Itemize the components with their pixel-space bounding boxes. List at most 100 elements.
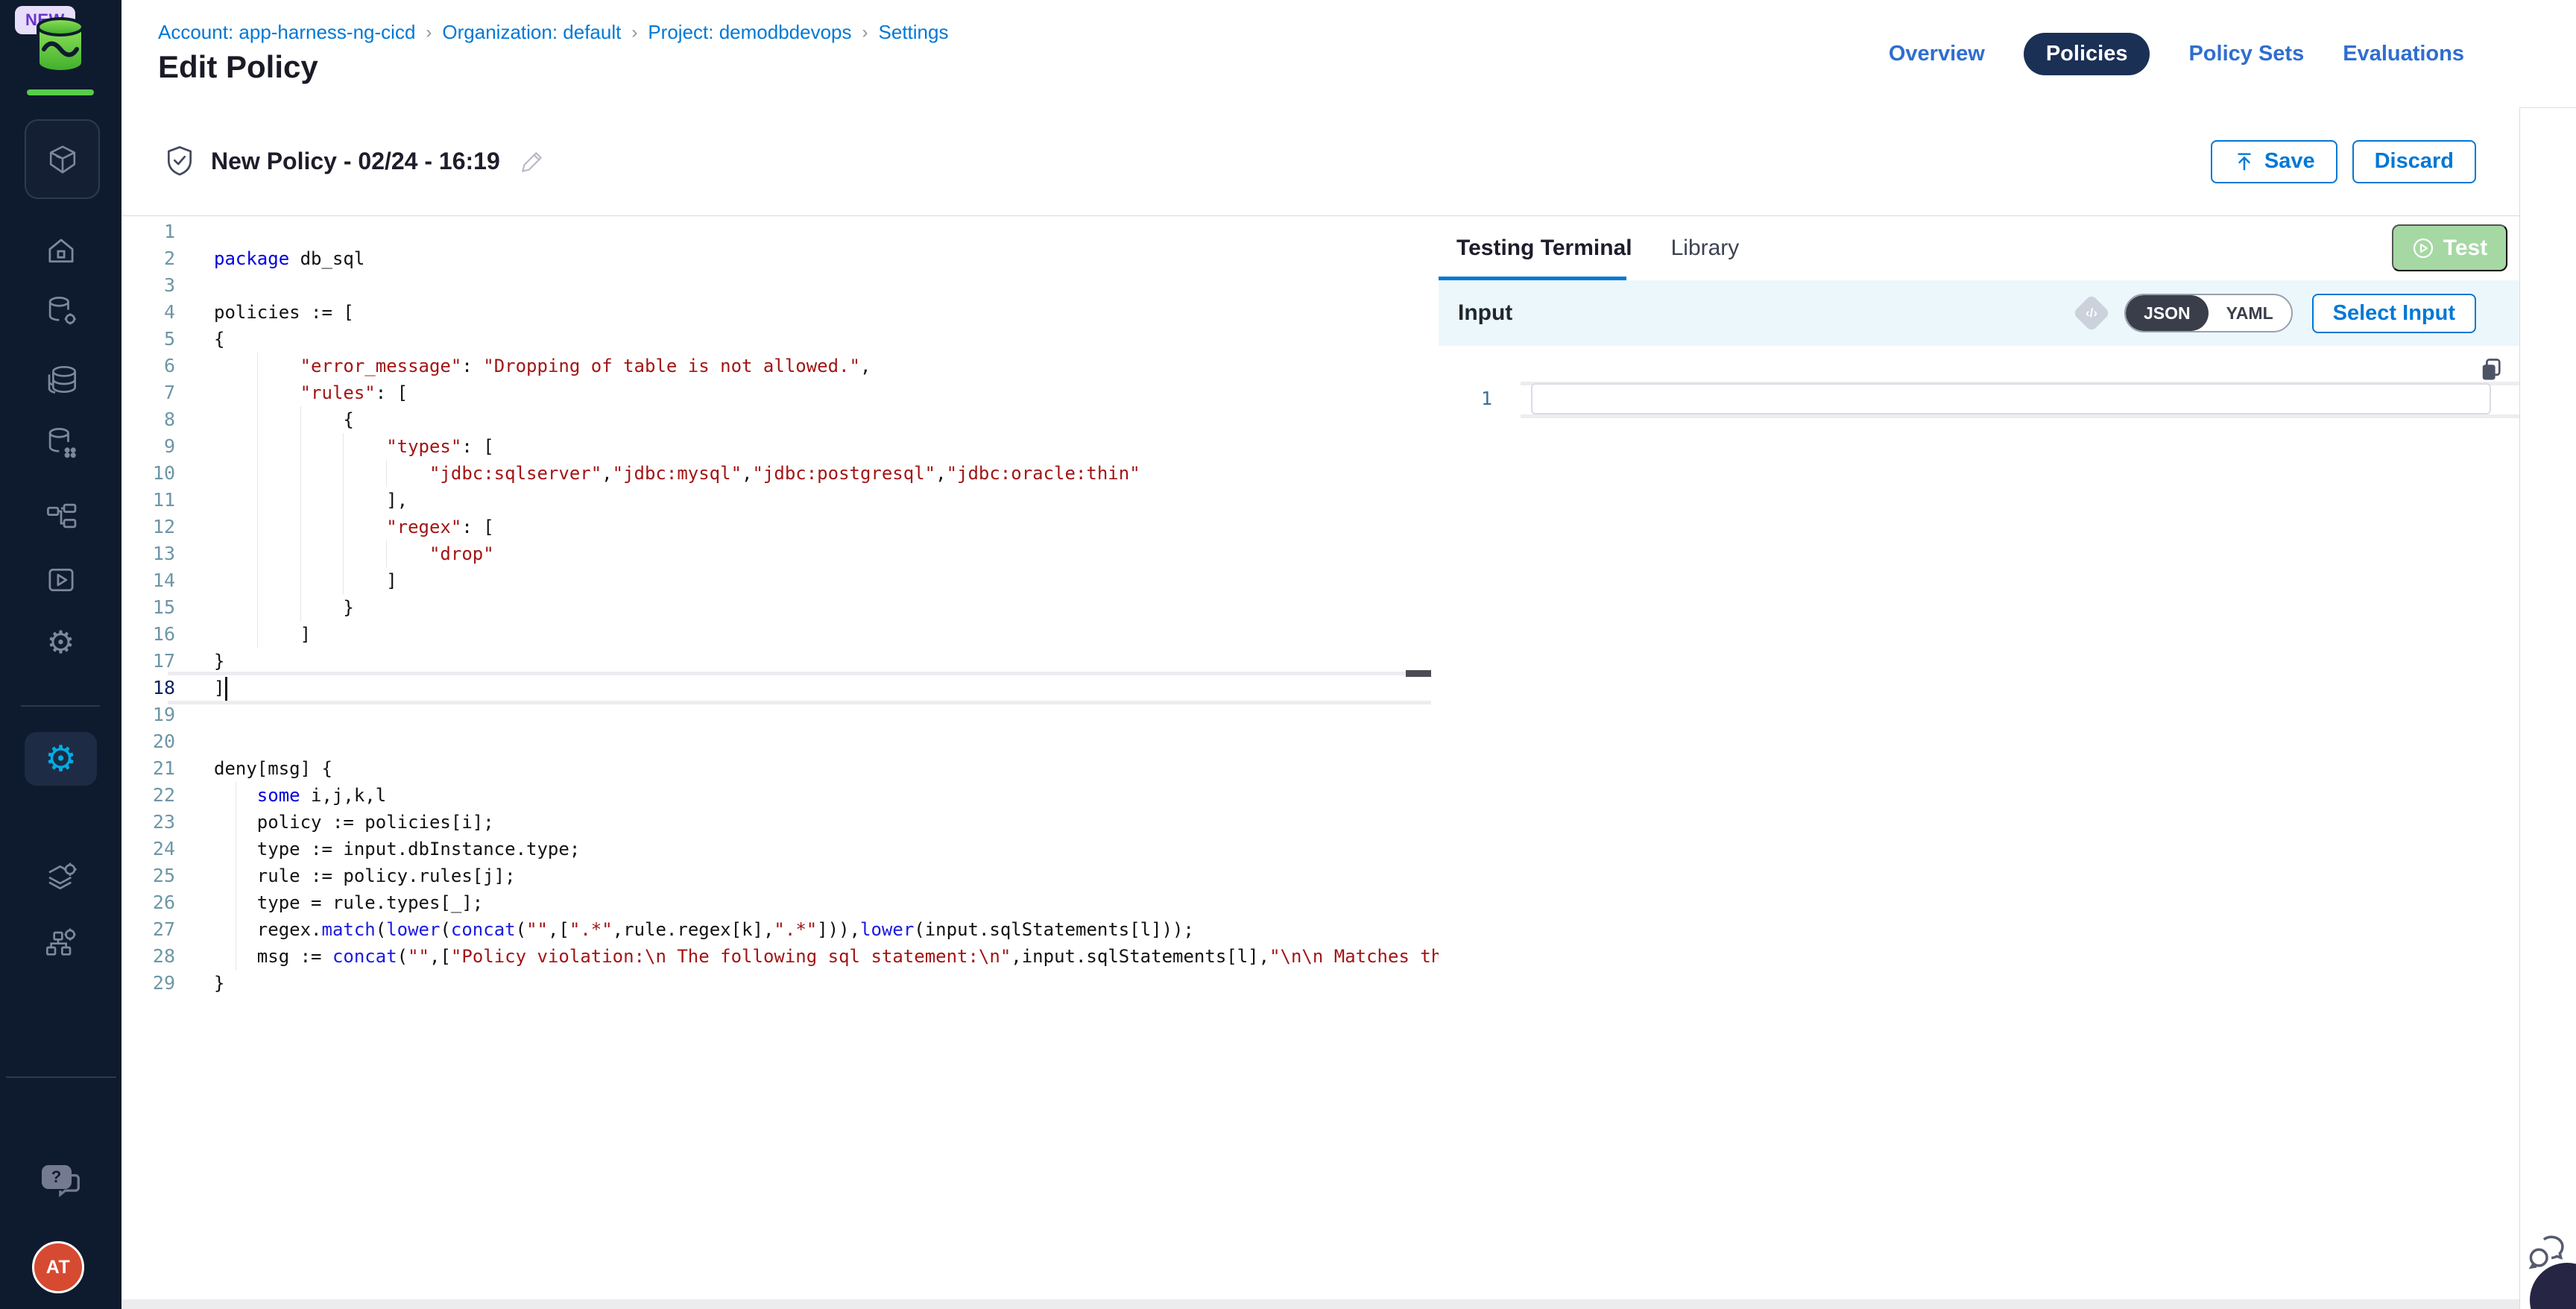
code-line[interactable]: 19: [121, 701, 1439, 728]
line-number: 1: [121, 218, 175, 245]
database-stack-icon: [43, 362, 79, 397]
tab-library[interactable]: Library: [1671, 236, 1740, 261]
shield-check-icon: [165, 145, 195, 178]
select-input-button[interactable]: Select Input: [2312, 294, 2476, 333]
policy-card-header: New Policy - 02/24 - 16:19 Save Discard: [121, 107, 2519, 216]
user-avatar[interactable]: AT: [32, 1241, 84, 1293]
code-line[interactable]: 2package db_sql: [121, 245, 1439, 272]
indent-guide: [257, 540, 258, 567]
code-line[interactable]: 16 ]: [121, 621, 1439, 648]
code-line[interactable]: 18]: [121, 675, 1439, 701]
logo-underline: [27, 89, 94, 95]
sidebar-item-environments[interactable]: [0, 859, 121, 895]
input-label: Input: [1458, 300, 1512, 326]
code-line[interactable]: 1: [121, 218, 1439, 245]
sidebar-item-db-instances[interactable]: [0, 362, 121, 397]
sidebar-divider: [21, 705, 100, 707]
line-number: 22: [121, 782, 175, 809]
line-content: "jdbc:sqlserver","jdbc:mysql","jdbc:post…: [214, 460, 1140, 487]
line-number: 23: [121, 809, 175, 836]
tab-testing-terminal[interactable]: Testing Terminal: [1456, 236, 1632, 261]
layers-gear-icon: [43, 860, 79, 895]
indent-guide: [300, 514, 301, 540]
policy-code-editor[interactable]: 12package db_sql34policies := [5{6 "erro…: [121, 216, 1439, 1299]
nav-item-policy-sets[interactable]: Policy Sets: [2188, 33, 2304, 75]
line-content: "drop": [214, 540, 494, 567]
copy-icon[interactable]: [2479, 356, 2503, 383]
indent-guide: [257, 567, 258, 594]
code-line[interactable]: 6 "error_message": "Dropping of table is…: [121, 353, 1439, 379]
indent-guide: [257, 353, 258, 379]
line-number: 12: [121, 514, 175, 540]
sidebar-item-help[interactable]: ?: [0, 1164, 121, 1199]
harness-dbdevops-logo-icon[interactable]: [34, 16, 87, 73]
horizontal-scrollbar[interactable]: [121, 1299, 2519, 1309]
code-line[interactable]: 25 rule := policy.rules[j];: [121, 862, 1439, 889]
code-line[interactable]: 29}: [121, 970, 1439, 997]
breadcrumb-link[interactable]: Account: app-harness-ng-cicd: [158, 21, 415, 44]
line-content: {: [214, 326, 224, 353]
line-number: 4: [121, 299, 175, 326]
code-line[interactable]: 5{: [121, 326, 1439, 353]
input-editor[interactable]: 1: [1439, 346, 2519, 495]
code-line[interactable]: 15 }: [121, 594, 1439, 621]
code-line[interactable]: 27 regex.match(lower(concat("",[".*",rul…: [121, 916, 1439, 943]
breadcrumb-link[interactable]: Settings: [879, 21, 949, 44]
code-line[interactable]: 28 msg := concat("",["Policy violation:\…: [121, 943, 1439, 970]
sidebar-item-db-settings[interactable]: [0, 293, 121, 329]
code-line[interactable]: 26 type = rule.types[_];: [121, 889, 1439, 916]
gear-icon: ⚙: [47, 627, 75, 658]
sidebar-item-governance-active[interactable]: ⚙: [25, 732, 97, 786]
breadcrumb-link[interactable]: Organization: default: [442, 21, 621, 44]
sidebar-item-settings[interactable]: ⚙: [0, 625, 121, 660]
sidebar-item-db-schemas[interactable]: [0, 424, 121, 460]
indent-guide: [300, 460, 301, 487]
code-line[interactable]: 21deny[msg] {: [121, 755, 1439, 782]
test-button[interactable]: Test: [2392, 224, 2507, 271]
sidebar-item-pipelines[interactable]: [0, 498, 121, 534]
cube-icon: [45, 142, 80, 177]
line-content: }: [214, 648, 224, 675]
code-line[interactable]: 3: [121, 272, 1439, 299]
indent-guide: [386, 540, 387, 567]
format-json[interactable]: JSON: [2126, 295, 2209, 331]
sidebar-item-executions[interactable]: [0, 562, 121, 598]
scrollbar-thumb[interactable]: [1406, 670, 1431, 677]
save-button[interactable]: Save: [2211, 140, 2337, 183]
test-input-field[interactable]: [1531, 383, 2491, 414]
active-tab-underline: [1439, 277, 1626, 280]
code-line[interactable]: 17}: [121, 648, 1439, 675]
code-line[interactable]: 9 "types": [: [121, 433, 1439, 460]
line-content: {: [214, 406, 354, 433]
sidebar-module-selector[interactable]: [25, 119, 100, 199]
code-line[interactable]: 10 "jdbc:sqlserver","jdbc:mysql","jdbc:p…: [121, 460, 1439, 487]
code-format-icon[interactable]: ‹/›: [2072, 294, 2110, 332]
input-toolbar: Input ‹/› JSONYAML Select Input: [1439, 280, 2519, 346]
code-line[interactable]: 4policies := [: [121, 299, 1439, 326]
help-chat-icon: ?: [42, 1165, 80, 1198]
input-line-number: 1: [1474, 383, 1492, 414]
format-yaml[interactable]: YAML: [2209, 295, 2291, 331]
indent-guide: [300, 406, 301, 433]
code-line[interactable]: 8 {: [121, 406, 1439, 433]
breadcrumb-link[interactable]: Project: demodbdevops: [648, 21, 851, 44]
sidebar-item-home[interactable]: [0, 233, 121, 269]
indent-guide: [343, 487, 344, 514]
code-line[interactable]: 23 policy := policies[i];: [121, 809, 1439, 836]
code-line[interactable]: 24 type := input.dbInstance.type;: [121, 836, 1439, 862]
sidebar-item-infrastructure[interactable]: [0, 924, 121, 959]
discard-button[interactable]: Discard: [2352, 140, 2476, 183]
edit-name-button[interactable]: [520, 149, 545, 174]
code-line[interactable]: 11 ],: [121, 487, 1439, 514]
indent-guide: [257, 379, 258, 406]
code-line[interactable]: 14 ]: [121, 567, 1439, 594]
line-content: rule := policy.rules[j];: [214, 862, 516, 889]
code-line[interactable]: 12 "regex": [: [121, 514, 1439, 540]
code-line[interactable]: 7 "rules": [: [121, 379, 1439, 406]
code-line[interactable]: 20: [121, 728, 1439, 755]
nav-item-evaluations[interactable]: Evaluations: [2343, 33, 2464, 75]
code-line[interactable]: 13 "drop": [121, 540, 1439, 567]
nav-item-overview[interactable]: Overview: [1889, 33, 1985, 75]
code-line[interactable]: 22 some i,j,k,l: [121, 782, 1439, 809]
nav-item-policies[interactable]: Policies: [2024, 33, 2150, 75]
